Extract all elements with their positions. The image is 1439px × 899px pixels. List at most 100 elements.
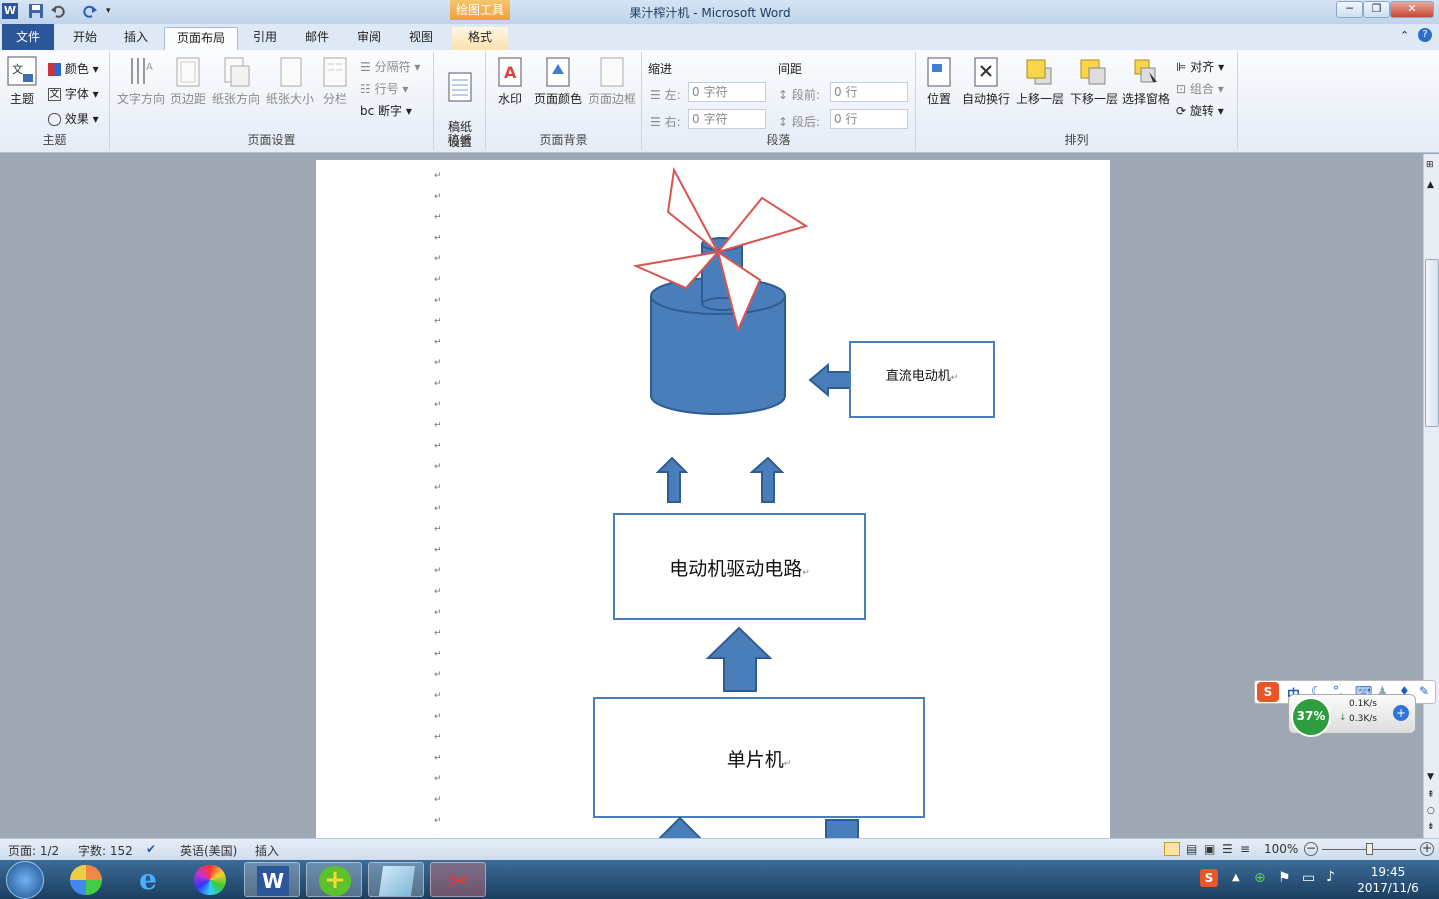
tray-360-icon[interactable]: ⊕ [1254, 870, 1266, 886]
tab-insert[interactable]: 插入 [112, 27, 160, 50]
align-button[interactable]: ⊫ 对齐 ▾ [1176, 58, 1224, 75]
indent-right-input[interactable]: 0 字符 [688, 109, 766, 129]
selection-pane-button[interactable]: 选择窗格 [1120, 56, 1172, 107]
page-borders-button[interactable]: 页面边框 [586, 56, 638, 107]
taskbar-photo-app[interactable] [58, 862, 114, 897]
effects-button[interactable]: 效果 ▾ [48, 110, 99, 127]
page-color-button[interactable]: 页面颜色 [532, 56, 584, 107]
network-monitor-widget[interactable]: 37% 0.1K/s 0.3K/s ↓ + [1288, 694, 1416, 737]
clock-time: 19:45 [1370, 865, 1406, 879]
motor-to-body-arrow[interactable] [808, 362, 851, 398]
network-icon[interactable]: ▭ [1302, 870, 1315, 886]
taskbar-notepad[interactable] [368, 862, 424, 897]
help-icon[interactable]: ? [1418, 28, 1432, 42]
word-app-icon[interactable]: W [2, 3, 18, 19]
tab-mailings[interactable]: 邮件 [294, 27, 340, 50]
input-arrow-right[interactable] [825, 819, 859, 838]
colors-button[interactable]: 颜色 ▾ [48, 60, 99, 77]
collapse-ribbon-icon[interactable]: ⌃ [1400, 29, 1409, 42]
next-page-icon[interactable]: ⇟ [1427, 822, 1435, 832]
page-indicator[interactable]: 页面: 1/2 [8, 842, 59, 859]
spacing-before-input[interactable]: 0 行 [830, 82, 908, 102]
orientation-label: 纸张方向 [211, 92, 260, 106]
input-arrow-left[interactable] [658, 816, 702, 838]
diagram-canvas[interactable] [316, 160, 1110, 838]
tools-icon[interactable]: ✎ [1419, 684, 1429, 698]
web-layout-icon[interactable]: ▣ [1204, 842, 1215, 856]
tab-file[interactable]: 文件 [2, 24, 54, 50]
tab-references[interactable]: 引用 [242, 27, 288, 50]
document-page[interactable]: ↵↵↵↵↵↵↵↵↵↵↵↵↵↵↵↵↵↵↵↵↵↵↵↵↵↵↵↵↵↵↵↵↵ [316, 160, 1110, 838]
columns-button[interactable]: 分栏 [318, 56, 352, 107]
taskbar-snipping-tool[interactable]: ✂ [430, 862, 486, 897]
volume-icon[interactable]: ♪ [1326, 869, 1335, 885]
zoom-out-icon[interactable]: − [1304, 842, 1318, 856]
language-indicator[interactable]: 英语(美国) [180, 842, 237, 859]
wrap-text-button[interactable]: 自动换行 [960, 56, 1012, 107]
customize-qat-icon[interactable]: ▾ [106, 3, 122, 19]
tab-format[interactable]: 格式 [452, 27, 508, 50]
mcu-to-driver-arrow[interactable] [705, 626, 773, 692]
taskbar-color-app[interactable] [182, 862, 238, 897]
insert-mode[interactable]: 插入 [255, 842, 279, 859]
browse-object-icon[interactable]: ○ [1427, 806, 1435, 816]
selection-pane-label: 选择窗格 [1121, 92, 1170, 106]
action-center-icon[interactable]: ⚑ [1278, 870, 1291, 886]
print-layout-icon[interactable] [1164, 842, 1180, 856]
page-setup-group-label: 页面设置 [247, 133, 296, 147]
tab-review[interactable]: 审阅 [346, 27, 392, 50]
sogou-icon[interactable]: S [1257, 682, 1279, 702]
taskbar-ie[interactable]: e [120, 862, 176, 897]
line-numbers-button[interactable]: ☷ 行号 ▾ [360, 80, 408, 97]
taskbar-360[interactable]: + [306, 862, 362, 897]
spacing-after-input[interactable]: 0 行 [830, 109, 908, 129]
tab-page-layout[interactable]: 页面布局 [164, 27, 238, 50]
breaks-button[interactable]: ☰ 分隔符 ▾ [360, 58, 420, 75]
tab-home[interactable]: 开始 [62, 27, 108, 50]
save-icon[interactable] [28, 3, 44, 19]
driver-to-body-arrow-right[interactable] [749, 456, 785, 503]
group-button[interactable]: ⊡ 组合 ▾ [1176, 80, 1224, 97]
position-button[interactable]: 位置 [922, 56, 956, 107]
indent-left-input[interactable]: 0 字符 [688, 82, 766, 102]
watermark-button[interactable]: A 水印 [492, 56, 528, 107]
scroll-down-icon[interactable]: ▼ [1427, 772, 1434, 782]
outline-view-icon[interactable]: ☰ [1222, 842, 1233, 856]
tab-view[interactable]: 视图 [398, 27, 444, 50]
zoom-in-icon[interactable]: + [1420, 842, 1434, 856]
zoom-slider-thumb[interactable] [1366, 843, 1373, 855]
show-hidden-icons[interactable]: ▲ [1232, 872, 1240, 883]
start-orb-icon[interactable] [6, 861, 44, 899]
text-direction-button[interactable]: A 文字方向 [116, 56, 166, 107]
zoom-level[interactable]: 100% [1264, 842, 1298, 856]
minimize-icon[interactable]: ─ [1336, 1, 1363, 18]
rotate-button[interactable]: ⟳ 旋转 ▾ [1176, 102, 1224, 119]
margins-button[interactable]: 页边距 [168, 56, 208, 107]
ie-icon: e [139, 863, 157, 896]
close-icon[interactable]: ✕ [1390, 1, 1434, 18]
restore-icon[interactable]: ❐ [1363, 1, 1390, 18]
vertical-scrollbar[interactable]: ⊞ ▲ ▼ ⇞ ○ ⇟ [1423, 154, 1439, 838]
send-backward-button[interactable]: 下移一层 [1068, 56, 1120, 107]
size-button[interactable]: 纸张大小 [264, 56, 316, 107]
full-screen-reading-icon[interactable]: ▤ [1186, 842, 1197, 856]
scrollbar-thumb[interactable] [1425, 259, 1439, 427]
taskbar-word[interactable]: W [244, 862, 300, 897]
tray-sogou-icon[interactable]: S [1200, 869, 1218, 887]
ruler-toggle-icon[interactable]: ⊞ [1426, 160, 1434, 170]
driver-to-body-arrow-left[interactable] [655, 456, 689, 503]
orientation-button[interactable]: 纸张方向 [210, 56, 262, 107]
theme-button[interactable]: 文 主题 [4, 56, 40, 107]
proofing-icon[interactable]: ✔ [146, 842, 156, 856]
fonts-button[interactable]: 文 字体 ▾ [48, 85, 99, 102]
draft-view-icon[interactable]: ≡ [1240, 842, 1250, 856]
redo-icon[interactable] [82, 3, 98, 19]
hyphenation-button[interactable]: bc 断字 ▾ [360, 102, 412, 119]
accelerate-icon[interactable]: + [1393, 705, 1409, 721]
clock[interactable]: 19:45 2017/11/6 [1352, 864, 1424, 896]
undo-icon[interactable] [50, 3, 66, 19]
previous-page-icon[interactable]: ⇞ [1427, 790, 1435, 800]
scroll-up-icon[interactable]: ▲ [1427, 180, 1434, 190]
word-count[interactable]: 字数: 152 [78, 842, 133, 859]
bring-forward-button[interactable]: 上移一层 [1014, 56, 1066, 107]
